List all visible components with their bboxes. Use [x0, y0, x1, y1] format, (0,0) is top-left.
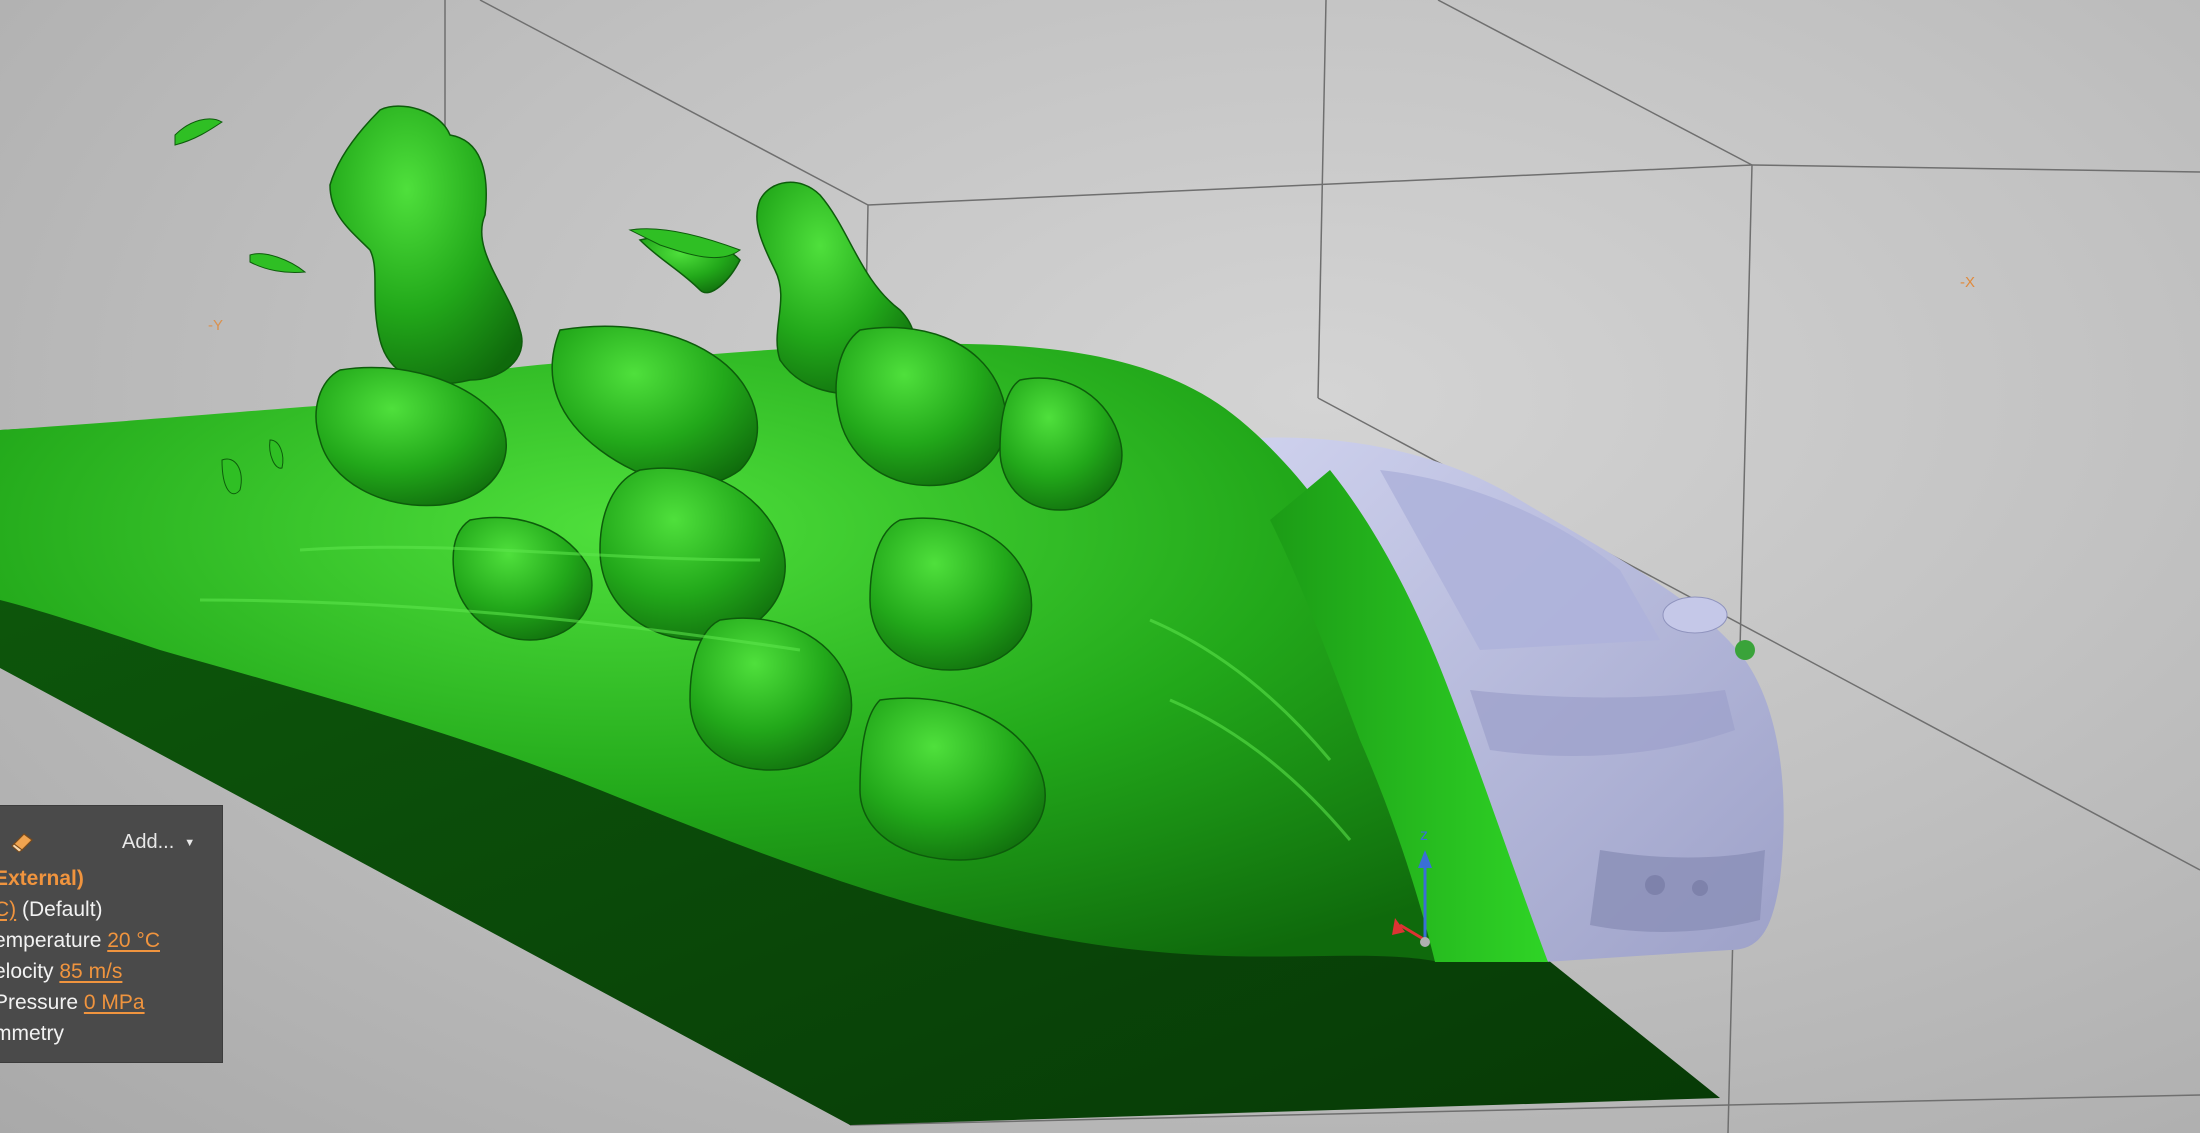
add-button[interactable]: Add... ▼	[122, 828, 195, 856]
velocity-label: elocity	[0, 960, 54, 983]
temperature-value[interactable]: 20 °C	[107, 929, 160, 952]
default-suffix: (Default)	[16, 898, 103, 921]
default-link[interactable]: C)	[0, 898, 16, 921]
panel-header: Add... ▼	[0, 826, 222, 858]
temperature-label: emperature	[0, 929, 102, 952]
velocity-value[interactable]: 85 m/s	[59, 960, 122, 983]
row-default[interactable]: C) (Default)	[0, 897, 103, 923]
face-label-right: -X	[1960, 274, 1975, 291]
boundary-conditions-panel: Add... ▼ External) C) (Default) emperatur…	[0, 806, 222, 1062]
simulation-viewport[interactable]: -Y -X z	[0, 0, 2200, 1133]
add-button-label: Add...	[122, 831, 175, 853]
axis-z-label: z	[1420, 827, 1428, 844]
chevron-down-icon: ▼	[184, 836, 196, 849]
row-symmetry[interactable]: mmetry	[0, 1021, 64, 1047]
row-external[interactable]: External)	[0, 866, 84, 892]
eraser-icon[interactable]	[10, 828, 36, 854]
row-pressure[interactable]: Pressure 0 MPa	[0, 990, 145, 1016]
symmetry-label: mmetry	[0, 1022, 64, 1045]
row-temperature[interactable]: emperature 20 °C	[0, 928, 160, 954]
row-velocity[interactable]: elocity 85 m/s	[0, 959, 122, 985]
pressure-label: Pressure	[0, 991, 79, 1014]
face-label-left: -Y	[208, 317, 223, 334]
external-label: External)	[0, 867, 84, 890]
pressure-value[interactable]: 0 MPa	[84, 991, 145, 1014]
